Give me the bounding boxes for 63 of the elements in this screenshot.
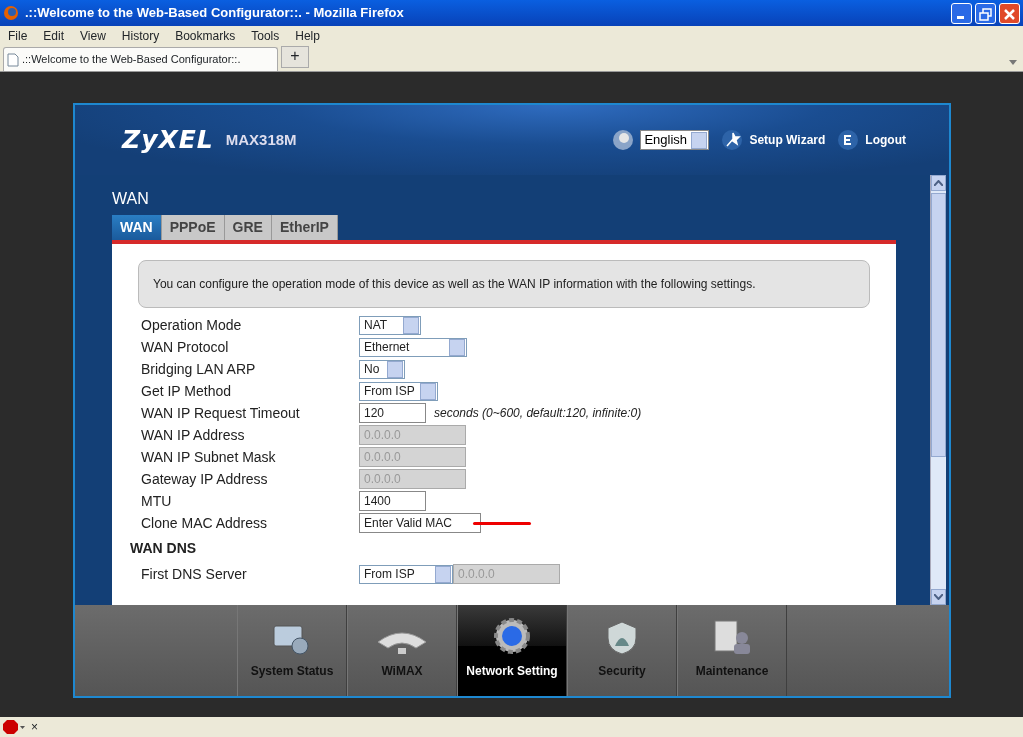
abp-icon[interactable] <box>3 720 25 734</box>
dropdown[interactable]: From ISP <box>359 564 453 584</box>
minimize-icon <box>957 15 964 19</box>
menu-item[interactable]: Edit <box>43 27 65 45</box>
info-message: You can configure the operation mode of this device as well as the WAN IP information with the following settings. <box>138 260 870 308</box>
close-button[interactable] <box>999 2 1020 24</box>
dropdown-arrow-icon[interactable] <box>1009 60 1017 65</box>
window-title: .::Welcome to the Web-Based Configurator::. - Mozilla Firefox <box>25 4 405 23</box>
menu-item[interactable]: Bookmarks <box>175 27 236 45</box>
field-label: MTU <box>140 491 173 511</box>
field-label: Bridging LAN ARP <box>140 359 257 379</box>
wand-icon <box>721 129 744 151</box>
scroll-up-icon[interactable] <box>934 180 943 186</box>
nav-tab[interactable]: Network Setting <box>457 605 567 696</box>
field-label: Clone MAC Address <box>140 513 269 533</box>
dropdown[interactable]: NAT <box>359 315 421 335</box>
tab[interactable]: WAN <box>112 215 162 240</box>
input-field[interactable]: 1400 <box>359 491 426 511</box>
browser-tab[interactable]: .::Welcome to the Web-Based Configurator::. <box>3 47 278 71</box>
field-label: WAN IP Address <box>140 425 246 445</box>
brand-logo: ZyXEL <box>122 124 214 157</box>
tab[interactable]: GRE <box>224 215 272 240</box>
monitor-icon <box>272 622 312 656</box>
setup-wizard-link[interactable]: Setup Wizard <box>749 131 826 149</box>
globe-icon <box>612 129 635 151</box>
new-tab-button[interactable]: + <box>281 46 309 68</box>
shield-icon <box>606 620 638 656</box>
section-heading: WAN DNS <box>130 539 198 558</box>
field-label: Gateway IP Address <box>140 469 269 489</box>
menu-item[interactable]: History <box>121 27 160 45</box>
dropdown[interactable]: Ethernet <box>359 337 467 357</box>
menu-item[interactable]: Tools <box>251 27 280 45</box>
scroll-down-icon[interactable] <box>934 594 943 600</box>
input-field[interactable]: Enter Valid MAC <box>359 513 481 533</box>
tab[interactable]: PPPoE <box>161 215 225 240</box>
page-title: WAN <box>112 189 150 209</box>
close-button[interactable]: × <box>31 718 38 736</box>
field-label: Operation Mode <box>140 315 243 335</box>
minimize-button[interactable] <box>951 2 972 24</box>
menu-item[interactable]: File <box>8 27 28 45</box>
scrollbar[interactable] <box>930 175 946 605</box>
field-label: WAN IP Subnet Mask <box>140 447 277 467</box>
dropdown[interactable]: From ISP <box>359 381 438 401</box>
annotation-stroke <box>473 521 531 525</box>
tab-title: .::Welcome to the Web-Based Configurator::. <box>22 52 241 68</box>
field-label: WAN Protocol <box>140 337 230 357</box>
firefox-logo-icon <box>3 5 19 21</box>
logout-link[interactable]: Logout <box>865 131 906 149</box>
language-select[interactable]: English <box>640 130 710 150</box>
menu-item[interactable]: Help <box>295 27 320 45</box>
field-label: WAN IP Request Timeout <box>140 403 301 423</box>
logout-icon <box>837 129 860 151</box>
field-label: Get IP Method <box>140 381 232 401</box>
hint-text: seconds (0~600, default:120, infinite:0) <box>434 405 642 422</box>
dropdown[interactable]: No <box>359 359 405 379</box>
tab[interactable]: EtherIP <box>271 215 338 240</box>
menu-item[interactable]: View <box>80 27 106 45</box>
restore-button[interactable] <box>975 2 996 24</box>
gear-icon <box>492 616 532 656</box>
input-field[interactable]: 120 <box>359 403 426 423</box>
field-label: First DNS Server <box>140 564 248 584</box>
page-icon <box>7 52 19 67</box>
model-name: MAX318M <box>225 129 297 150</box>
